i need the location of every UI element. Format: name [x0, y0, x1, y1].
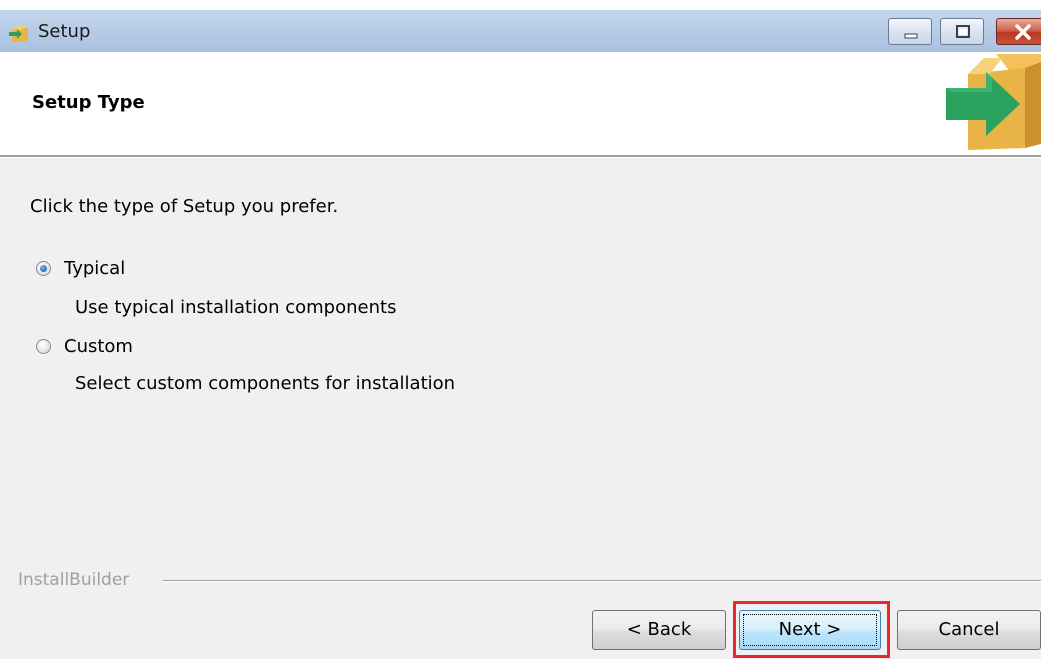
- custom-option[interactable]: Custom: [36, 335, 133, 357]
- cancel-button[interactable]: Cancel: [897, 610, 1041, 650]
- footer-divider: [163, 580, 1041, 582]
- window-title: Setup: [38, 21, 91, 42]
- typical-radio[interactable]: [36, 260, 51, 276]
- installer-logo-icon: [946, 54, 1041, 150]
- instruction-text: Click the type of Setup you prefer.: [30, 196, 339, 217]
- top-strip: [0, 0, 1041, 10]
- back-button[interactable]: < Back: [592, 610, 726, 650]
- typical-option[interactable]: Typical: [36, 257, 125, 279]
- next-button-label: Next >: [778, 619, 842, 640]
- next-button[interactable]: Next >: [739, 610, 881, 650]
- setup-window: Setup Setup Type Click the type of Setup…: [0, 0, 1041, 659]
- installer-app-icon: [9, 25, 28, 42]
- title-bar[interactable]: Setup: [0, 10, 1041, 52]
- custom-label[interactable]: Custom: [64, 336, 133, 357]
- page-title: Setup Type: [32, 92, 145, 113]
- close-icon: [1015, 24, 1031, 40]
- maximize-icon: [956, 25, 970, 38]
- close-button[interactable]: [996, 18, 1041, 45]
- minimize-button[interactable]: [888, 18, 932, 45]
- brand-label: InstallBuilder: [18, 570, 130, 590]
- typical-label[interactable]: Typical: [64, 258, 125, 279]
- maximize-button[interactable]: [940, 18, 984, 45]
- header-divider: [0, 155, 1041, 158]
- custom-radio[interactable]: [36, 338, 51, 354]
- custom-description: Select custom components for installatio…: [75, 373, 456, 394]
- minimize-icon: [904, 33, 918, 39]
- wizard-header: Setup Type: [0, 52, 1041, 155]
- typical-description: Use typical installation components: [75, 297, 397, 318]
